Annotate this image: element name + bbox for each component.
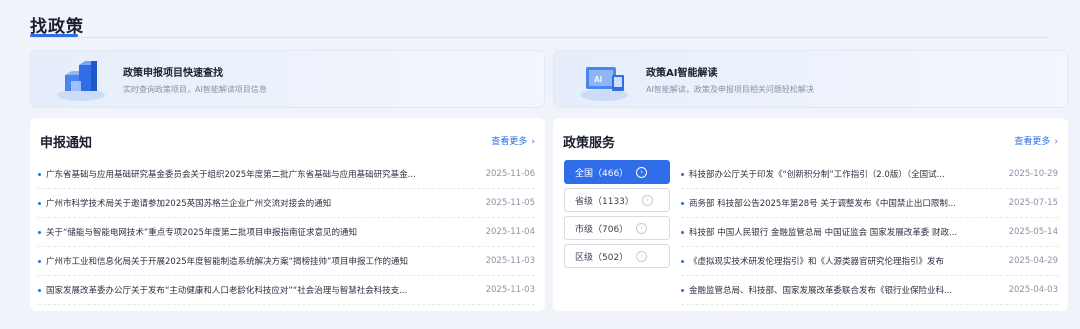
see-more-label: 查看更多 <box>491 137 528 147</box>
banner-policy-search[interactable]: 政策申报项目快速查找 实时查询政策项目，AI智能解读项目信息 <box>30 50 545 108</box>
list-item-date: 2025-04-29 <box>1008 256 1058 266</box>
tab-label: 全国（466） <box>575 168 629 179</box>
list-item-text: 广东省基础与应用基础研究基金委员会关于组织2025年度第二批广东省基础与应用基础… <box>46 170 416 180</box>
list-item-text: 科技部办公厅关于印发《“创新积分制”工作指引（2.0版）（全国试... <box>689 170 945 180</box>
banner-title: 政策申报项目快速查找 <box>123 67 223 79</box>
list-item-date: 2025-04-03 <box>1008 285 1058 295</box>
list-item-date: 2025-05-14 <box>1008 227 1058 237</box>
bullet-icon <box>681 172 684 176</box>
list-item-text: 关于“储能与智能电网技术”重点专项2025年度第二批项目申报指南征求意见的通知 <box>46 228 357 238</box>
banner-subtitle: 实时查询政策项目，AI智能解读项目信息 <box>123 84 267 94</box>
bullet-icon <box>681 259 684 263</box>
banner-ai-interpretation[interactable]: AI 政策AI智能解读 AI智能解读，政策及申报项目相关问题轻松解决 <box>553 50 1068 108</box>
list-item-text: 金融监管总局、科技部、国家发展改革委联合发布《银行业保险业科... <box>689 286 953 296</box>
list-item-date: 2025-07-15 <box>1008 198 1058 208</box>
bullet-icon <box>681 230 684 234</box>
banner-title: 政策AI智能解读 <box>646 67 718 79</box>
notices-list: 广东省基础与应用基础研究基金委员会关于组织2025年度第二批广东省基础与应用基础… <box>38 160 535 305</box>
bullet-icon <box>38 201 41 205</box>
svg-text:AI: AI <box>594 75 602 84</box>
list-item-text: 广州市工业和信息化局关于开展2025年度智能制造系统解决方案“揭榜挂帅”项目申报… <box>46 257 408 267</box>
level-tabs: 全国（466） › 省级（1133） › 市级（706） › 区级（502） › <box>564 160 670 272</box>
circle-arrow-right-icon: › <box>636 166 648 178</box>
services-title: 政策服务 <box>563 136 616 151</box>
circle-arrow-right-icon: › <box>636 250 648 262</box>
tab-national[interactable]: 全国（466） › <box>564 160 670 184</box>
services-see-more-link[interactable]: 查看更多 › <box>1014 134 1058 147</box>
list-item-date: 2025-11-04 <box>485 227 535 237</box>
list-item[interactable]: 科技部办公厅关于印发《“创新积分制”工作指引（2.0版）（全国试... 2025… <box>681 160 1058 189</box>
bullet-icon <box>681 201 684 205</box>
list-item-date: 2025-11-03 <box>485 256 535 266</box>
list-item[interactable]: 商务部 科技部公告2025年第28号 关于调整发布《中国禁止出口限制... 20… <box>681 189 1058 218</box>
list-item-text: 商务部 科技部公告2025年第28号 关于调整发布《中国禁止出口限制... <box>689 199 956 209</box>
list-item-text: 《虚拟现实技术研发伦理指引》和《人源类器官研究伦理指引》发布 <box>689 257 945 267</box>
services-card: 政策服务 查看更多 › 全国（466） › 省级（1133） › 市级（706） … <box>553 118 1068 311</box>
tab-municipal[interactable]: 市级（706） › <box>564 216 670 240</box>
divider <box>30 37 1050 38</box>
ai-illustration-icon: AI <box>574 55 634 103</box>
notices-card: 申报通知 查看更多 › 广东省基础与应用基础研究基金委员会关于组织2025年度第二… <box>30 118 545 311</box>
bullet-icon <box>38 230 41 234</box>
tab-label: 区级（502） <box>575 252 629 263</box>
list-item[interactable]: 关于“储能与智能电网技术”重点专项2025年度第二批项目申报指南征求意见的通知 … <box>38 218 535 247</box>
list-item[interactable]: 《虚拟现实技术研发伦理指引》和《人源类器官研究伦理指引》发布 2025-04-2… <box>681 247 1058 276</box>
bullet-icon <box>681 288 684 292</box>
tab-label: 省级（1133） <box>575 196 634 207</box>
see-more-label: 查看更多 <box>1014 137 1051 147</box>
list-item[interactable]: 金融监管总局、科技部、国家发展改革委联合发布《银行业保险业科... 2025-0… <box>681 276 1058 305</box>
list-item-text: 国家发展改革委办公厅关于发布“主动健康和人口老龄化科技应对”“社会治理与智慧社会… <box>46 286 408 296</box>
list-item[interactable]: 科技部 中国人民银行 金融监管总局 中国证监会 国家发展改革委 财政... 20… <box>681 218 1058 247</box>
bullet-icon <box>38 288 41 292</box>
list-item[interactable]: 广东省基础与应用基础研究基金委员会关于组织2025年度第二批广东省基础与应用基础… <box>38 160 535 189</box>
tab-provincial[interactable]: 省级（1133） › <box>564 188 670 212</box>
services-list: 科技部办公厅关于印发《“创新积分制”工作指引（2.0版）（全国试... 2025… <box>681 160 1058 305</box>
cubes-illustration-icon <box>51 55 111 103</box>
circle-arrow-right-icon: › <box>636 222 648 234</box>
notices-see-more-link[interactable]: 查看更多 › <box>491 134 535 147</box>
list-item-text: 科技部 中国人民银行 金融监管总局 中国证监会 国家发展改革委 财政... <box>689 228 958 238</box>
notices-title: 申报通知 <box>40 136 93 151</box>
circle-arrow-right-icon: › <box>641 194 653 206</box>
bullet-icon <box>38 172 41 176</box>
list-item-date: 2025-10-29 <box>1008 169 1058 179</box>
tab-label: 市级（706） <box>575 224 629 235</box>
list-item[interactable]: 广州市工业和信息化局关于开展2025年度智能制造系统解决方案“揭榜挂帅”项目申报… <box>38 247 535 276</box>
list-item[interactable]: 广州市科学技术局关于邀请参加2025英国苏格兰企业广州交流对接会的通知 2025… <box>38 189 535 218</box>
bullet-icon <box>38 259 41 263</box>
list-item[interactable]: 国家发展改革委办公厅关于发布“主动健康和人口老龄化科技应对”“社会治理与智慧社会… <box>38 276 535 305</box>
list-item-text: 广州市科学技术局关于邀请参加2025英国苏格兰企业广州交流对接会的通知 <box>46 199 332 209</box>
chevron-right-icon: › <box>1054 137 1058 147</box>
list-item-date: 2025-11-05 <box>485 198 535 208</box>
list-item-date: 2025-11-06 <box>485 169 535 179</box>
chevron-right-icon: › <box>531 137 535 147</box>
tab-district[interactable]: 区级（502） › <box>564 244 670 268</box>
list-item-date: 2025-11-03 <box>485 285 535 295</box>
banner-subtitle: AI智能解读，政策及申报项目相关问题轻松解决 <box>646 84 814 94</box>
